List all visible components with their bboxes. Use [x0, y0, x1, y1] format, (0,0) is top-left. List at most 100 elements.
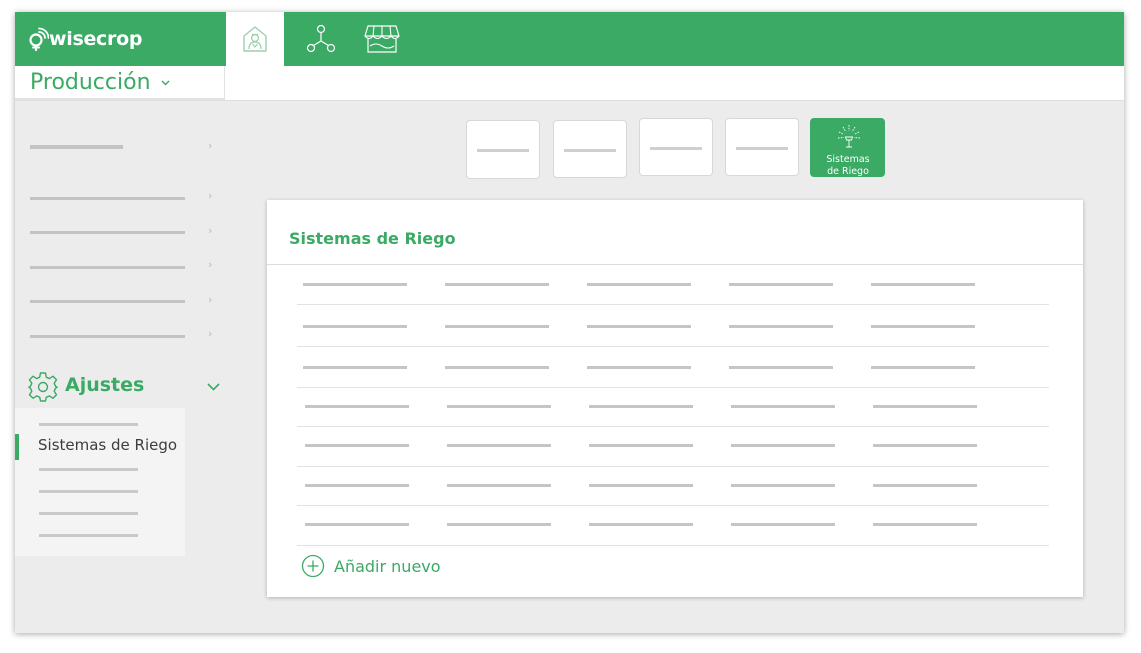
- tab-network[interactable]: [292, 12, 350, 66]
- table-row[interactable]: [297, 388, 1049, 427]
- table-cell-placeholder: [873, 405, 977, 408]
- section-title: Producción: [30, 70, 151, 95]
- sidebar-item-placeholder[interactable]: [30, 300, 185, 303]
- sidebar-item-placeholder[interactable]: [30, 231, 185, 234]
- table-cell-placeholder: [589, 405, 693, 408]
- network-icon: [306, 24, 336, 53]
- submenu-item-placeholder[interactable]: [39, 512, 138, 515]
- category-card[interactable]: [639, 118, 713, 176]
- table-row[interactable]: [297, 427, 1049, 467]
- table-cell-placeholder: [447, 523, 551, 526]
- category-label-placeholder: [650, 147, 702, 150]
- divider: [267, 264, 1083, 265]
- sidebar-item-placeholder[interactable]: [30, 335, 185, 338]
- table-cell-placeholder: [729, 325, 833, 328]
- table-cell-placeholder: [445, 283, 549, 286]
- page-title: Sistemas de Riego: [289, 229, 456, 248]
- table-cell-placeholder: [445, 366, 549, 369]
- table-cell-placeholder: [589, 523, 693, 526]
- table-cell-placeholder: [305, 405, 409, 408]
- table-cell-placeholder: [873, 444, 977, 447]
- sidebar-item-placeholder[interactable]: [30, 266, 185, 269]
- brand-name: wisecrop: [49, 28, 143, 50]
- table-cell-placeholder: [729, 366, 833, 369]
- active-indicator: [15, 434, 19, 460]
- table-row[interactable]: [297, 467, 1049, 506]
- table-row[interactable]: [297, 506, 1049, 546]
- table-cell-placeholder: [305, 523, 409, 526]
- tab-market[interactable]: [353, 12, 411, 66]
- sprout-signal-icon: [29, 27, 49, 51]
- sidebar-item-placeholder[interactable]: [30, 197, 185, 200]
- table-cell-placeholder: [587, 325, 691, 328]
- category-label: Sistemas de Riego: [811, 154, 885, 178]
- chevron-right-icon: ›: [208, 258, 213, 271]
- sprinkler-icon: [837, 125, 861, 148]
- chevron-right-icon: ›: [208, 189, 213, 202]
- table-cell-placeholder: [871, 366, 975, 369]
- table-cell-placeholder: [873, 523, 977, 526]
- table-cell-placeholder: [303, 366, 407, 369]
- table-cell-placeholder: [731, 523, 835, 526]
- submenu-item-placeholder[interactable]: [39, 534, 138, 537]
- table-cell-placeholder: [305, 444, 409, 447]
- add-new-label: Añadir nuevo: [334, 556, 441, 576]
- settings-submenu: Sistemas de Riego: [15, 408, 185, 556]
- category-label-placeholder: [736, 147, 788, 150]
- table-cell-placeholder: [731, 405, 835, 408]
- table-cell-placeholder: [587, 366, 691, 369]
- chevron-down-icon: [161, 80, 170, 86]
- top-bar: wisecrop: [15, 12, 1124, 66]
- table-cell-placeholder: [589, 444, 693, 447]
- table-cell-placeholder: [871, 325, 975, 328]
- submenu-item-placeholder[interactable]: [39, 423, 138, 426]
- table-cell-placeholder: [447, 444, 551, 447]
- submenu-item-placeholder[interactable]: [39, 468, 138, 471]
- sidebar-settings-label: Ajustes: [65, 374, 145, 396]
- table-cell-placeholder: [589, 484, 693, 487]
- category-card[interactable]: [725, 118, 799, 176]
- category-card-irrigation[interactable]: Sistemas de Riego: [810, 118, 885, 177]
- chevron-down-icon: [207, 383, 220, 391]
- category-label-line2: de Riego: [827, 166, 869, 177]
- main-card: Sistemas de Riego Añadir nuevo: [267, 200, 1083, 597]
- table-cell-placeholder: [445, 325, 549, 328]
- category-label-placeholder: [477, 149, 529, 152]
- category-label-line1: Sistemas: [826, 154, 870, 165]
- table-cell-placeholder: [447, 405, 551, 408]
- category-label-placeholder: [564, 149, 616, 152]
- chevron-right-icon: ›: [208, 139, 213, 152]
- add-new-button[interactable]: Añadir nuevo: [301, 553, 441, 579]
- submenu-item-placeholder[interactable]: [39, 490, 138, 493]
- table-cell-placeholder: [447, 484, 551, 487]
- table-row[interactable]: [297, 347, 1049, 388]
- section-bar: Producción: [15, 66, 1124, 101]
- table-row[interactable]: [297, 306, 1049, 347]
- table-cell-placeholder: [873, 484, 977, 487]
- category-card[interactable]: [553, 120, 627, 178]
- tab-production[interactable]: [226, 12, 284, 66]
- table-row[interactable]: [297, 266, 1049, 305]
- table-cell-placeholder: [731, 444, 835, 447]
- table-cell-placeholder: [731, 484, 835, 487]
- table-cell-placeholder: [729, 283, 833, 286]
- chevron-right-icon: ›: [208, 327, 213, 340]
- table-cell-placeholder: [587, 283, 691, 286]
- chevron-right-icon: ›: [208, 224, 213, 237]
- brand-logo[interactable]: wisecrop: [27, 24, 142, 54]
- chevron-right-icon: ›: [208, 293, 213, 306]
- sidebar-item-placeholder[interactable]: [30, 145, 123, 149]
- market-stall-icon: [364, 25, 400, 53]
- table-cell-placeholder: [871, 283, 975, 286]
- table-cell-placeholder: [305, 484, 409, 487]
- submenu-item-irrigation[interactable]: Sistemas de Riego: [38, 436, 177, 454]
- app-window: wisecrop Producción › › › › › › Ajustes …: [15, 12, 1124, 633]
- sidebar-settings-header[interactable]: Ajustes: [27, 370, 227, 404]
- category-card[interactable]: [466, 120, 540, 179]
- farmer-icon: [243, 26, 267, 52]
- table-cell-placeholder: [303, 325, 407, 328]
- gear-icon: [28, 372, 58, 402]
- table-cell-placeholder: [303, 283, 407, 286]
- plus-circle-icon: [301, 554, 325, 578]
- section-selector[interactable]: Producción: [15, 66, 225, 100]
